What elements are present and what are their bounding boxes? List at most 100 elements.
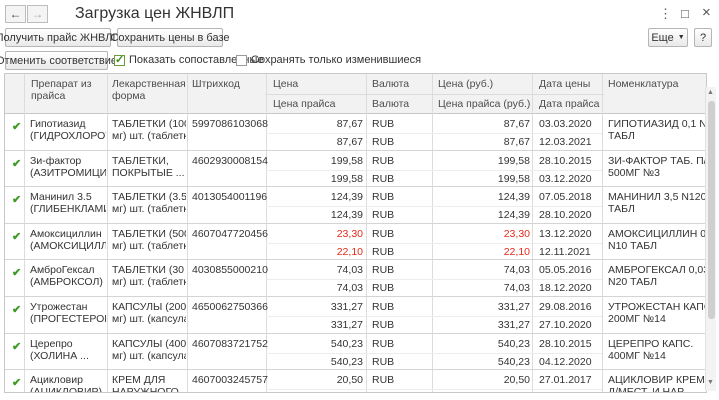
table-row[interactable]: ✔ Амоксициллин(АМОКСИЦИЛЛИ ТАБЛЕТКИ (500мг… <box>5 224 706 261</box>
dosage-form-detail: ПОКРЫТЫЕ ... <box>112 166 185 179</box>
table-row[interactable]: ✔ Зи-фактор(АЗИТРОМИЦИН) ТАБЛЕТКИ,ПОКРЫТЫЕ… <box>5 151 706 188</box>
prices-table: Препарат из прайса Лекарственная форма Ш… <box>4 73 707 393</box>
col-price-list-rub[interactable]: Цена прайса (руб.) <box>434 96 534 112</box>
barcode: 4607083721752 <box>192 337 268 350</box>
dosage-form-detail: НАРУЖНОГО <box>112 386 179 393</box>
col-drug[interactable]: Препарат из прайса <box>27 76 107 104</box>
table-row[interactable]: ✔ Ацикловир (АЦИКЛОВИР) КРЕМ ДЛЯ НАРУЖНОГО 46… <box>5 370 706 393</box>
title-bar: ← → Загрузка цен ЖНВЛП ⋮ □ × <box>0 0 719 28</box>
matched-check-icon: ✔ <box>12 194 22 207</box>
price: 20,50 <box>336 374 363 387</box>
dosage-form: КРЕМ ДЛЯ <box>112 374 166 387</box>
barcode: 5997086103068 <box>192 118 268 130</box>
row-subdivider <box>266 133 602 134</box>
table-row[interactable]: ✔ Гипотиазид(ГИДРОХЛОРОТИ ТАБЛЕТКИ (100мг)… <box>5 114 706 151</box>
price-list-rub: 199,58 <box>497 172 530 185</box>
more-button[interactable]: Еще ▼ <box>648 28 688 47</box>
nomenclature-detail: 400МГ №14 <box>608 349 666 362</box>
row-subdivider <box>266 389 602 391</box>
col-form[interactable]: Лекарственная форма <box>108 76 188 104</box>
price-list: 22,10 <box>336 245 363 258</box>
drug-name: Утрожестан <box>30 301 88 313</box>
dosage-form: ТАБЛЕТКИ (100 <box>112 118 186 130</box>
currency: RUB <box>372 264 395 277</box>
dosage-form: ТАБЛЕТКИ (30 <box>112 264 185 277</box>
drug-substance: (ХОЛИНА ... <box>30 349 89 362</box>
drug-substance: (АЦИКЛОВИР) <box>30 386 103 393</box>
table-row[interactable]: ✔ Утрожестан(ПРОГЕСТЕРОН) КАПСУЛЫ (200мг) … <box>5 297 706 334</box>
nomenclature: ГИПОТИАЗИД 0,1 N20 <box>608 118 706 130</box>
price: 87,67 <box>336 118 363 130</box>
table-row[interactable]: ✔ АмброГексал (АМБРОКСОЛ) ТАБЛЕТКИ (30 мг) ш… <box>5 260 706 297</box>
price-list-rub: 87,67 <box>503 136 530 148</box>
row-subdivider <box>266 206 602 208</box>
save-prices-button[interactable]: Сохранить цены в базе <box>110 28 230 47</box>
drug-substance: (АМОКСИЦИЛЛИ <box>30 239 106 252</box>
currency-list: RUB <box>372 172 395 185</box>
price-list: 124,39 <box>330 209 363 222</box>
vertical-scrollbar[interactable]: ▲ ▼ <box>705 87 716 391</box>
col-currency[interactable]: Валюта <box>368 76 413 92</box>
back-arrow-icon: ← <box>9 7 22 21</box>
checkbox-checked-icon <box>114 53 125 66</box>
scroll-down-icon[interactable]: ▼ <box>707 379 714 386</box>
maximize-icon[interactable]: □ <box>681 6 689 21</box>
price-list: 87,67 <box>336 136 363 148</box>
cancel-match-button[interactable]: Отменить соответствие <box>0 51 117 70</box>
drug-name: Зи-фактор <box>30 154 82 167</box>
nomenclature-detail: 500МГ №3 <box>608 166 660 179</box>
price-list-date: 28.10.2020 <box>539 209 592 222</box>
matched-check-icon: ✔ <box>12 340 22 353</box>
back-button[interactable]: ← <box>5 5 26 23</box>
price-list-rub: 331,27 <box>497 319 530 331</box>
price-date: 13.12.2020 <box>539 227 592 240</box>
currency-list: RUB <box>372 209 395 222</box>
col-price[interactable]: Цена <box>269 76 302 92</box>
dosage-form-detail: мг) шт. (таблетка) <box>112 239 186 252</box>
dosage-form-detail: мг) шт. (капсула) <box>112 349 186 362</box>
drug-substance: (ПРОГЕСТЕРОН) <box>30 313 106 325</box>
col-date-2[interactable]: Дата прайса <box>535 96 604 112</box>
col-price-list[interactable]: Цена прайса <box>269 96 339 112</box>
col-price-rub[interactable]: Цена (руб.) <box>434 76 497 92</box>
drug-name: Гипотиазид <box>30 118 86 130</box>
price-list-date: 12.03.2021 <box>539 136 592 148</box>
nomenclature: ЦЕРЕПРО КАПС. <box>608 337 694 350</box>
price: 199,58 <box>330 154 363 167</box>
col-date[interactable]: Дата цены <box>535 76 594 92</box>
help-button[interactable]: ? <box>694 28 712 47</box>
currency-list: RUB <box>372 245 395 258</box>
currency-list: RUB <box>372 355 395 368</box>
matched-check-icon: ✔ <box>12 267 22 280</box>
more-menu-icon[interactable]: ⋮ <box>659 6 672 22</box>
get-price-button[interactable]: Получить прайс ЖНВЛП <box>0 28 120 47</box>
barcode: 4650062750366 <box>192 301 268 313</box>
drug-name: Амоксициллин <box>30 227 102 240</box>
currency: RUB <box>372 118 395 130</box>
col-barcode[interactable]: Штрихкод <box>188 76 244 92</box>
nomenclature: АМОКСИЦИЛЛИН 0,5 <box>608 227 706 240</box>
save-changed-checkbox[interactable]: Сохранять только изменившиеся <box>236 54 421 66</box>
price: 74,03 <box>336 264 363 277</box>
table-row[interactable]: ✔ Манинил 3.5(ГЛИБЕНКЛАМИД ТАБЛЕТКИ (3.5мг… <box>5 187 706 224</box>
table-row[interactable]: ✔ Церепро (ХОЛИНА ... КАПСУЛЫ (400 мг) шт. (… <box>5 334 706 371</box>
forward-button[interactable]: → <box>27 5 48 23</box>
col-currency-2[interactable]: Валюта <box>368 96 413 112</box>
matched-check-icon: ✔ <box>12 121 22 133</box>
nomenclature: МАНИНИЛ 3,5 N120 <box>608 191 706 204</box>
chevron-down-icon: ▼ <box>677 34 685 41</box>
price-date: 28.10.2015 <box>539 337 592 350</box>
currency: RUB <box>372 374 395 387</box>
price-list-date: 04.12.2020 <box>539 355 592 368</box>
nomenclature-detail: ТАБЛ <box>608 130 635 142</box>
scrollbar-thumb[interactable] <box>708 101 715 319</box>
close-icon[interactable]: × <box>702 4 711 21</box>
price-list-date: 27.10.2020 <box>539 319 592 331</box>
price-list-rub: 540,23 <box>497 355 530 368</box>
nomenclature-detail: Д/МЕСТ. И НАР... <box>608 386 691 393</box>
nomenclature: АЦИКЛОВИР КРЕМ <box>608 374 705 387</box>
row-subdivider <box>266 242 602 244</box>
col-nomenclature[interactable]: Номенклатура <box>604 76 682 92</box>
scroll-up-icon[interactable]: ▲ <box>707 89 714 96</box>
price-list: 199,58 <box>330 172 363 185</box>
